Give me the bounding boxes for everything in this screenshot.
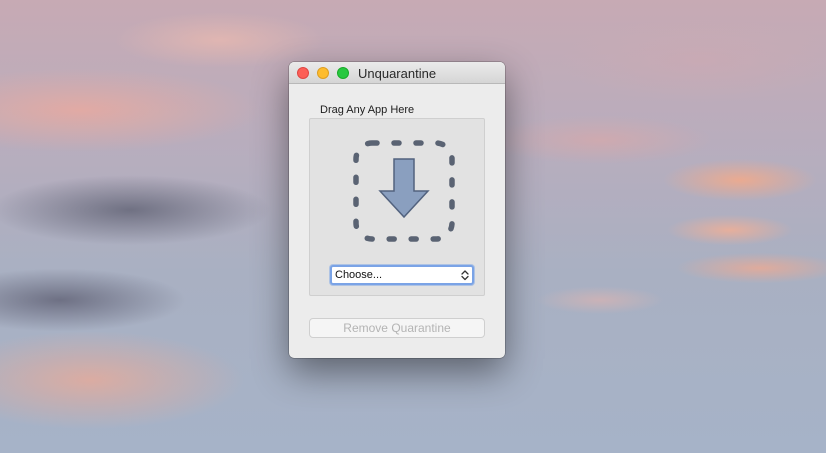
remove-quarantine-button[interactable]: Remove Quarantine xyxy=(309,318,485,338)
window-title: Unquarantine xyxy=(358,66,437,81)
app-drop-zone[interactable]: Choose... xyxy=(309,118,485,296)
close-window-button[interactable] xyxy=(297,67,309,79)
download-arrow-icon xyxy=(353,140,455,242)
zoom-window-button[interactable] xyxy=(337,67,349,79)
drop-zone-label: Drag Any App Here xyxy=(320,104,415,116)
choose-app-popup-value: Choose... xyxy=(335,269,383,281)
title-bar[interactable]: Unquarantine xyxy=(289,62,505,84)
choose-app-popup[interactable]: Choose... xyxy=(330,265,474,285)
minimize-window-button[interactable] xyxy=(317,67,329,79)
desktop-background: Unquarantine Drag Any App Here Choose...… xyxy=(0,0,826,453)
unquarantine-window: Unquarantine Drag Any App Here Choose...… xyxy=(289,62,505,358)
chevron-up-down-icon xyxy=(461,270,469,281)
